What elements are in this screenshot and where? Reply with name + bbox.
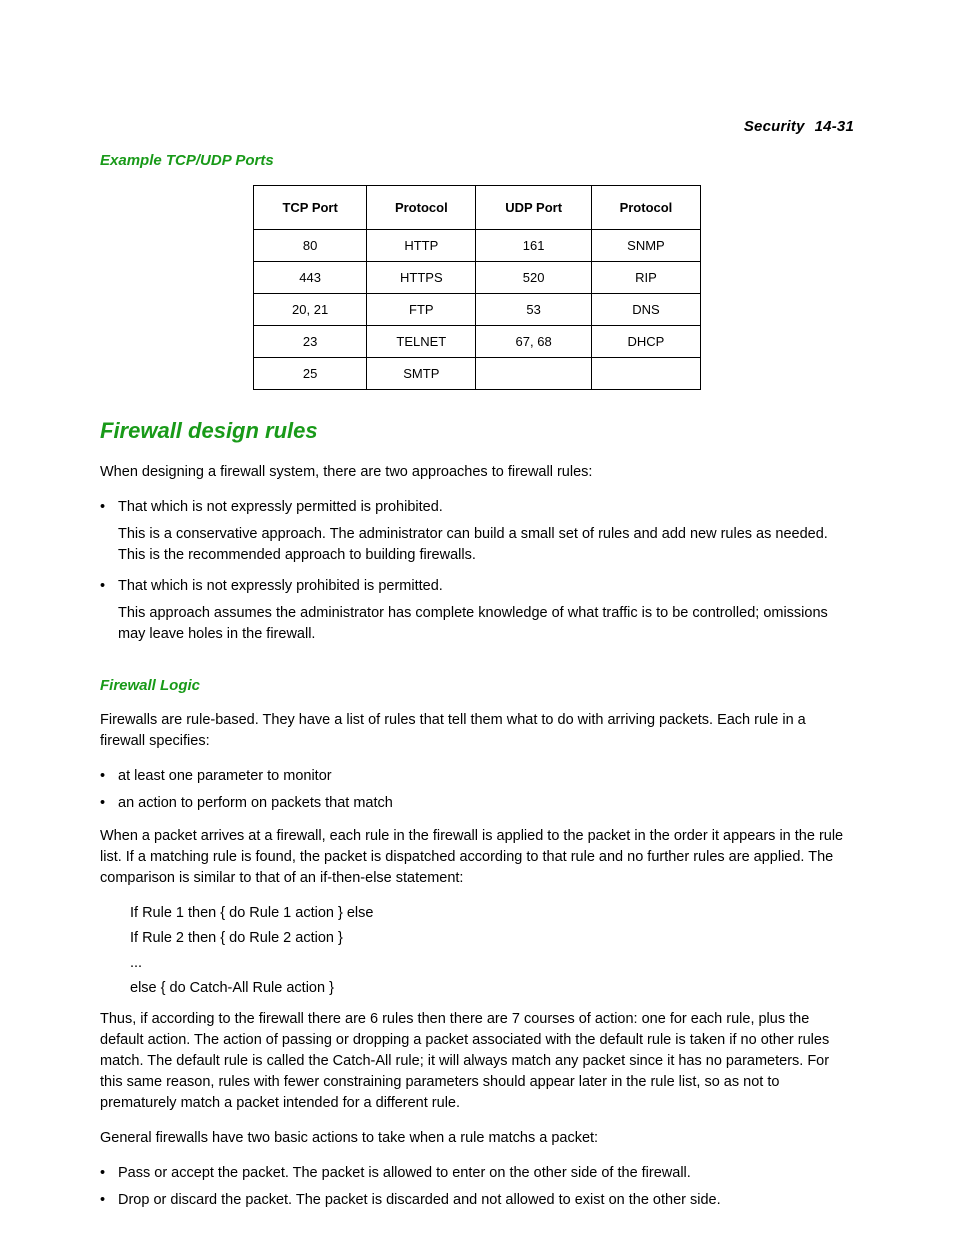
design-bullet-2: • That which is not expressly prohibited…	[100, 576, 854, 597]
logic-req-2: • an action to perform on packets that m…	[100, 793, 854, 814]
cell	[591, 358, 700, 390]
cell: HTTPS	[367, 262, 476, 294]
design-bullet-2-body: This approach assumes the administrator …	[118, 603, 854, 645]
logic-req-2-text: an action to perform on packets that mat…	[118, 793, 854, 814]
table-head-row: TCP Port Protocol UDP Port Protocol	[254, 186, 701, 230]
bullet-icon: •	[100, 1163, 118, 1184]
design-bullet-2-title: That which is not expressly prohibited i…	[118, 576, 854, 597]
th-udp-port: UDP Port	[476, 186, 592, 230]
logic-action-2: • Drop or discard the packet. The packet…	[100, 1190, 854, 1211]
logic-code-1: If Rule 1 then { do Rule 1 action } else	[130, 903, 854, 924]
cell: 80	[254, 230, 367, 262]
table-row: 20, 21 FTP 53 DNS	[254, 294, 701, 326]
table-row: 80 HTTP 161 SNMP	[254, 230, 701, 262]
table-row: 443 HTTPS 520 RIP	[254, 262, 701, 294]
th-udp-proto: Protocol	[591, 186, 700, 230]
design-bullet-1: • That which is not expressly permitted …	[100, 497, 854, 518]
cell: 53	[476, 294, 592, 326]
cell: RIP	[591, 262, 700, 294]
page: Security 14-31 Example TCP/UDP Ports TCP …	[0, 0, 954, 1235]
logic-action-1-text: Pass or accept the packet. The packet is…	[118, 1163, 854, 1184]
design-intro: When designing a firewall system, there …	[100, 462, 854, 483]
logic-action-1: • Pass or accept the packet. The packet …	[100, 1163, 854, 1184]
cell: 67, 68	[476, 326, 592, 358]
bullet-icon: •	[100, 497, 118, 518]
logic-req-1-text: at least one parameter to monitor	[118, 766, 854, 787]
table-row: 23 TELNET 67, 68 DHCP	[254, 326, 701, 358]
cell: SMTP	[367, 358, 476, 390]
logic-code-2: If Rule 2 then { do Rule 2 action }	[130, 928, 854, 949]
cell: FTP	[367, 294, 476, 326]
bullet-icon: •	[100, 576, 118, 597]
cell	[476, 358, 592, 390]
heading-ports: Example TCP/UDP Ports	[100, 152, 854, 169]
logic-p2: When a packet arrives at a firewall, eac…	[100, 826, 854, 889]
cell: DNS	[591, 294, 700, 326]
cell: 161	[476, 230, 592, 262]
cell: 520	[476, 262, 592, 294]
logic-code-3: ...	[130, 953, 854, 974]
logic-action-2-text: Drop or discard the packet. The packet i…	[118, 1190, 854, 1211]
table-row: 25 SMTP	[254, 358, 701, 390]
logic-code-4: else { do Catch-All Rule action }	[130, 978, 854, 999]
header-section: Security	[744, 118, 805, 135]
logic-p3: Thus, if according to the firewall there…	[100, 1009, 854, 1114]
bullet-icon: •	[100, 1190, 118, 1211]
design-bullet-1-body: This is a conservative approach. The adm…	[118, 524, 854, 566]
cell: 23	[254, 326, 367, 358]
th-tcp-proto: Protocol	[367, 186, 476, 230]
cell: 20, 21	[254, 294, 367, 326]
bullet-icon: •	[100, 793, 118, 814]
bullet-icon: •	[100, 766, 118, 787]
header-page: 14-31	[815, 118, 854, 135]
cell: 25	[254, 358, 367, 390]
ports-table: TCP Port Protocol UDP Port Protocol 80 H…	[253, 185, 701, 390]
cell: TELNET	[367, 326, 476, 358]
cell: 443	[254, 262, 367, 294]
logic-p4: General firewalls have two basic actions…	[100, 1128, 854, 1149]
design-bullet-1-title: That which is not expressly permitted is…	[118, 497, 854, 518]
heading-firewall-logic: Firewall Logic	[100, 677, 854, 694]
th-tcp-port: TCP Port	[254, 186, 367, 230]
logic-intro: Firewalls are rule-based. They have a li…	[100, 710, 854, 752]
cell: HTTP	[367, 230, 476, 262]
heading-design-rules: Firewall design rules	[100, 418, 854, 444]
cell: DHCP	[591, 326, 700, 358]
running-header: Security 14-31	[744, 118, 854, 135]
logic-req-1: • at least one parameter to monitor	[100, 766, 854, 787]
cell: SNMP	[591, 230, 700, 262]
